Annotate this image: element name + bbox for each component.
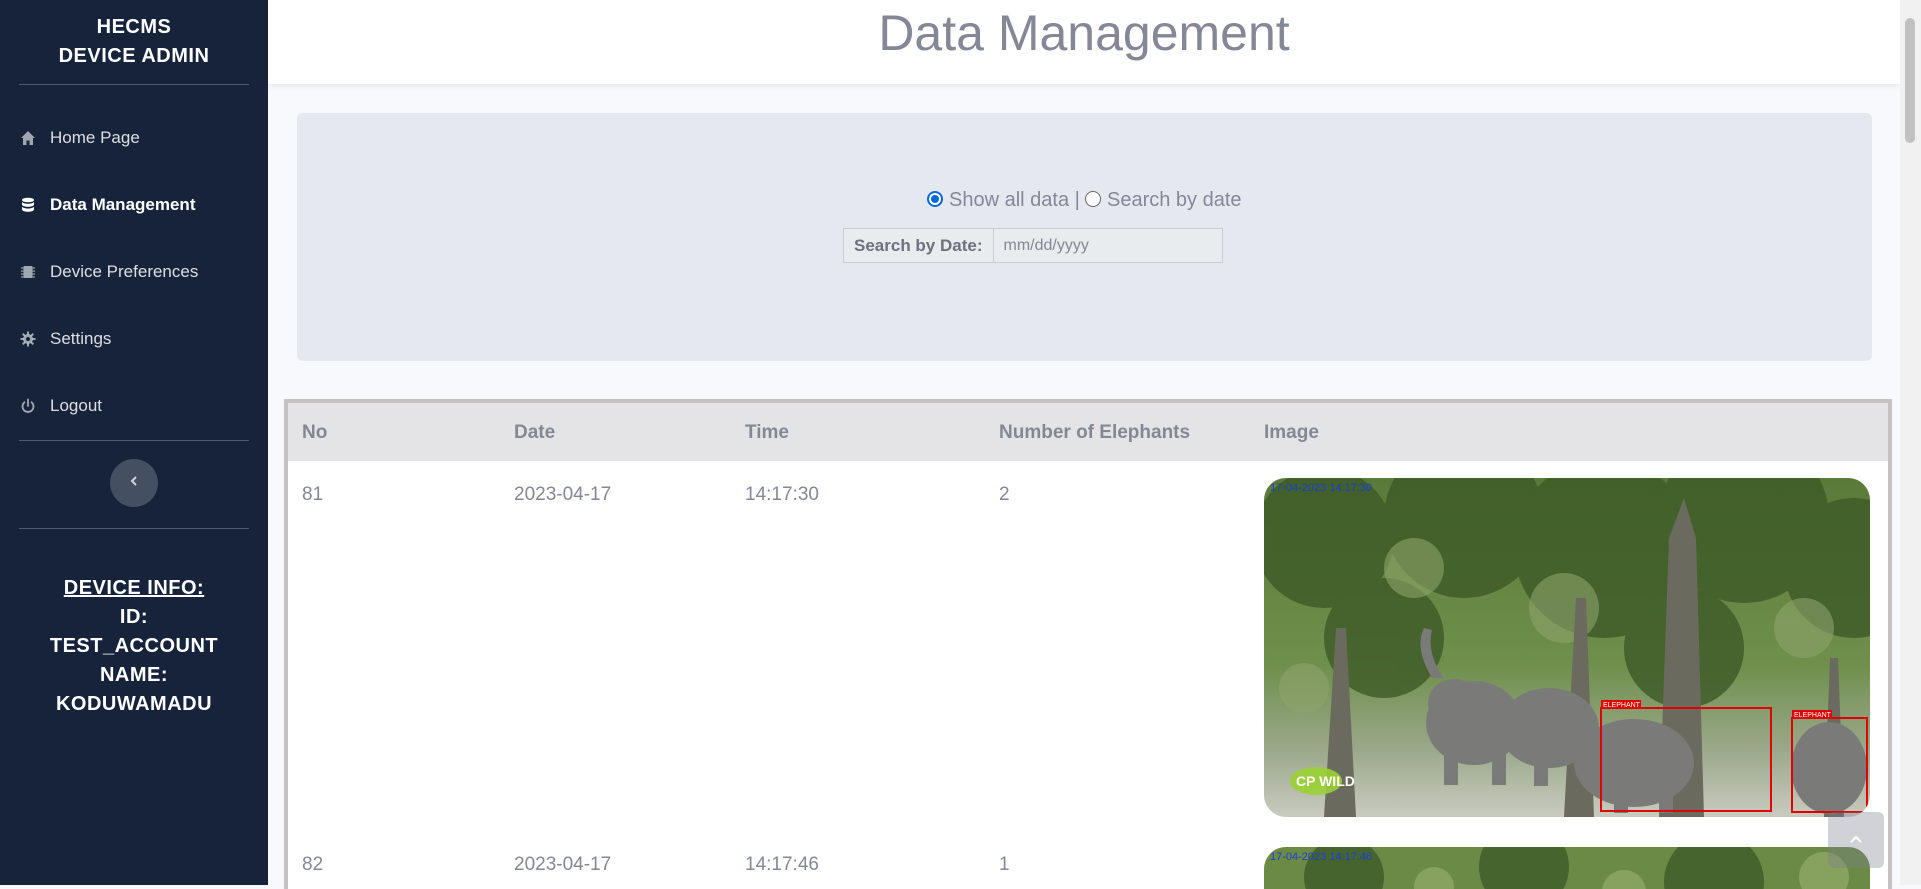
device-name-label: NAME: bbox=[99, 664, 169, 686]
page-scrollbar[interactable] bbox=[1900, 0, 1921, 885]
database-icon bbox=[20, 197, 36, 213]
date-search-label: Search by Date: bbox=[843, 228, 993, 263]
scrollbar-thumb[interactable] bbox=[1905, 18, 1915, 143]
sidebar-item-label: Data Management bbox=[50, 195, 196, 214]
sidebar-item-label: Settings bbox=[50, 329, 112, 348]
row-time: 14:17:30 bbox=[745, 484, 819, 505]
detection-image-graphic: ELEPHANT ELEPHANT CP WILD bbox=[1264, 478, 1870, 817]
row-date: 2023-04-17 bbox=[514, 484, 612, 505]
row-elephant-count: 1 bbox=[999, 854, 1010, 875]
image-timestamp: 17-04-2023 14:17:30 bbox=[1270, 482, 1373, 494]
device-info: DEVICE INFO: ID: TEST_ACCOUNT NAME: KODU… bbox=[0, 574, 268, 719]
detection-label: ELEPHANT bbox=[1794, 712, 1832, 719]
sidebar-divider bbox=[19, 84, 249, 85]
column-header-elephant-count[interactable]: Number of Elephants bbox=[999, 422, 1190, 444]
device-info-heading: DEVICE INFO: bbox=[63, 577, 205, 599]
column-header-date[interactable]: Date bbox=[514, 422, 555, 444]
search-by-date-label[interactable]: Search by date bbox=[1107, 189, 1242, 211]
column-header-image[interactable]: Image bbox=[1264, 422, 1319, 444]
power-icon bbox=[20, 398, 36, 414]
sidebar-item-logout[interactable]: Logout bbox=[0, 386, 268, 426]
sidebar-item-settings[interactable]: Settings bbox=[0, 319, 268, 359]
sidebar-item-home[interactable]: Home Page bbox=[0, 118, 268, 158]
row-time: 14:17:46 bbox=[745, 854, 819, 875]
row-elephant-count: 2 bbox=[999, 484, 1010, 505]
filter-card: Show all data | Search by date Search by… bbox=[297, 113, 1872, 361]
device-name-value: KODUWAMADU bbox=[55, 693, 213, 715]
scroll-to-top-button[interactable] bbox=[1828, 812, 1884, 868]
brand[interactable]: HECMS DEVICE ADMIN bbox=[0, 0, 268, 71]
detection-image[interactable]: 17-04-2023 14:17:46 bbox=[1264, 847, 1870, 889]
sidebar-divider bbox=[19, 528, 249, 529]
device-id-value: TEST_ACCOUNT bbox=[49, 635, 219, 657]
sidebar-item-label: Device Preferences bbox=[50, 262, 199, 281]
sidebar-toggle-button[interactable] bbox=[110, 459, 158, 507]
show-all-radio[interactable] bbox=[927, 191, 944, 207]
sidebar-divider bbox=[19, 440, 249, 441]
image-timestamp: 17-04-2023 14:17:46 bbox=[1270, 851, 1373, 863]
topbar: Data Management bbox=[268, 0, 1900, 84]
gear-icon bbox=[20, 331, 36, 347]
data-table: No Date Time Number of Elephants Image 8… bbox=[284, 399, 1892, 889]
sidebar: HECMS DEVICE ADMIN Home Page Data Manage… bbox=[0, 0, 268, 885]
chevron-left-icon bbox=[129, 474, 139, 492]
microchip-icon bbox=[20, 264, 36, 280]
show-all-label[interactable]: Show all data | bbox=[949, 189, 1080, 211]
detection-label: ELEPHANT bbox=[1603, 702, 1641, 709]
column-header-no[interactable]: No bbox=[302, 422, 327, 444]
date-search-group: Search by Date: mm/dd/yyyy bbox=[843, 228, 1223, 263]
page-title: Data Management bbox=[878, 5, 1290, 61]
table-header: No Date Time Number of Elephants Image bbox=[288, 403, 1888, 461]
brand-subtitle: DEVICE ADMIN bbox=[58, 45, 210, 67]
home-icon bbox=[20, 130, 36, 146]
date-input[interactable]: mm/dd/yyyy bbox=[992, 228, 1223, 263]
row-date: 2023-04-17 bbox=[514, 854, 612, 875]
brand-title: HECMS bbox=[96, 16, 172, 38]
chevron-up-icon bbox=[1849, 831, 1863, 849]
sidebar-item-label: Logout bbox=[50, 396, 102, 415]
filter-options: Show all data | Search by date bbox=[297, 189, 1872, 212]
sidebar-item-label: Home Page bbox=[50, 128, 140, 147]
svg-text:CP WILD: CP WILD bbox=[1296, 773, 1355, 789]
row-number: 82 bbox=[302, 854, 324, 875]
column-header-time[interactable]: Time bbox=[745, 422, 789, 444]
sidebar-item-device-preferences[interactable]: Device Preferences bbox=[0, 252, 268, 292]
detection-image[interactable]: ELEPHANT ELEPHANT CP WILD 17-04-2023 14:… bbox=[1264, 478, 1870, 817]
sidebar-item-data-management[interactable]: Data Management bbox=[0, 185, 268, 225]
row-number: 81 bbox=[302, 484, 324, 505]
device-id-label: ID: bbox=[119, 606, 149, 628]
search-by-date-radio[interactable] bbox=[1085, 191, 1102, 207]
